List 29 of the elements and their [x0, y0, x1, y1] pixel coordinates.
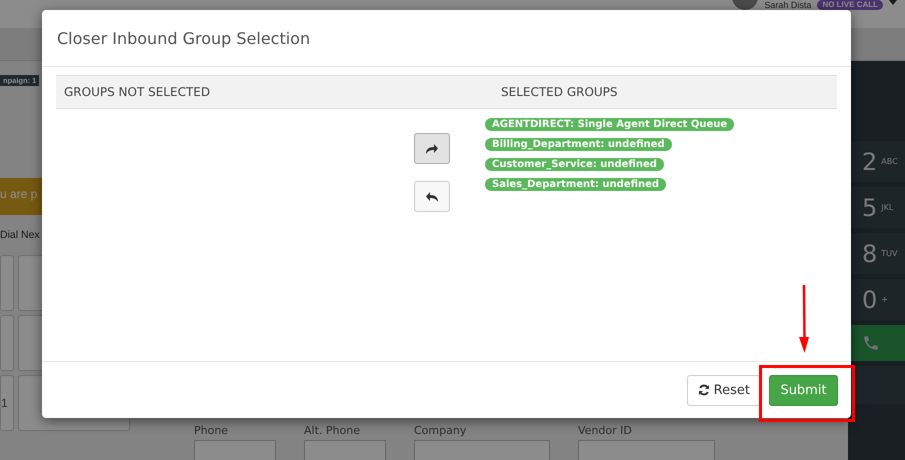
remove-button[interactable] — [414, 181, 450, 212]
group-tag[interactable]: Sales_Department: undefined — [485, 178, 666, 191]
redo-arrow-icon — [425, 142, 439, 154]
call-button[interactable] — [848, 325, 905, 361]
grid-key[interactable]: 1 — [0, 375, 14, 431]
group-tag[interactable]: Billing_Department: undefined — [485, 138, 672, 151]
column-header: SELECTED GROUPS — [500, 85, 618, 99]
dial-next-link[interactable]: Dial Nex — [0, 229, 40, 241]
submit-button[interactable]: Submit — [769, 374, 838, 406]
grid-key[interactable] — [0, 255, 14, 311]
grid-key[interactable] — [0, 315, 14, 371]
reset-button[interactable]: Reset — [686, 374, 761, 406]
refresh-icon — [698, 384, 710, 396]
field-label: Alt. Phone — [304, 424, 361, 437]
modal-title: Closer Inbound Group Selection — [57, 28, 310, 48]
column-header: GROUPS NOT SELECTED — [63, 85, 212, 99]
field-label: Vendor ID — [578, 424, 633, 437]
field-label: Phone — [194, 424, 230, 437]
user-name: Sarah Dista — [764, 0, 812, 10]
undo-arrow-icon — [425, 190, 439, 202]
field-label: Company — [414, 424, 468, 437]
group-tag[interactable]: Customer_Service: undefined — [485, 158, 664, 171]
status-badge: NO LIVE CALL — [817, 0, 883, 10]
phone-icon — [862, 334, 880, 352]
caret-icon[interactable] — [889, 0, 897, 5]
group-tag[interactable]: AGENTDIRECT: Single Agent Direct Queue — [485, 118, 734, 131]
dialpad-key[interactable]: 0 + — [848, 279, 905, 320]
add-button[interactable] — [414, 133, 450, 164]
pointer-arrow — [798, 285, 810, 353]
